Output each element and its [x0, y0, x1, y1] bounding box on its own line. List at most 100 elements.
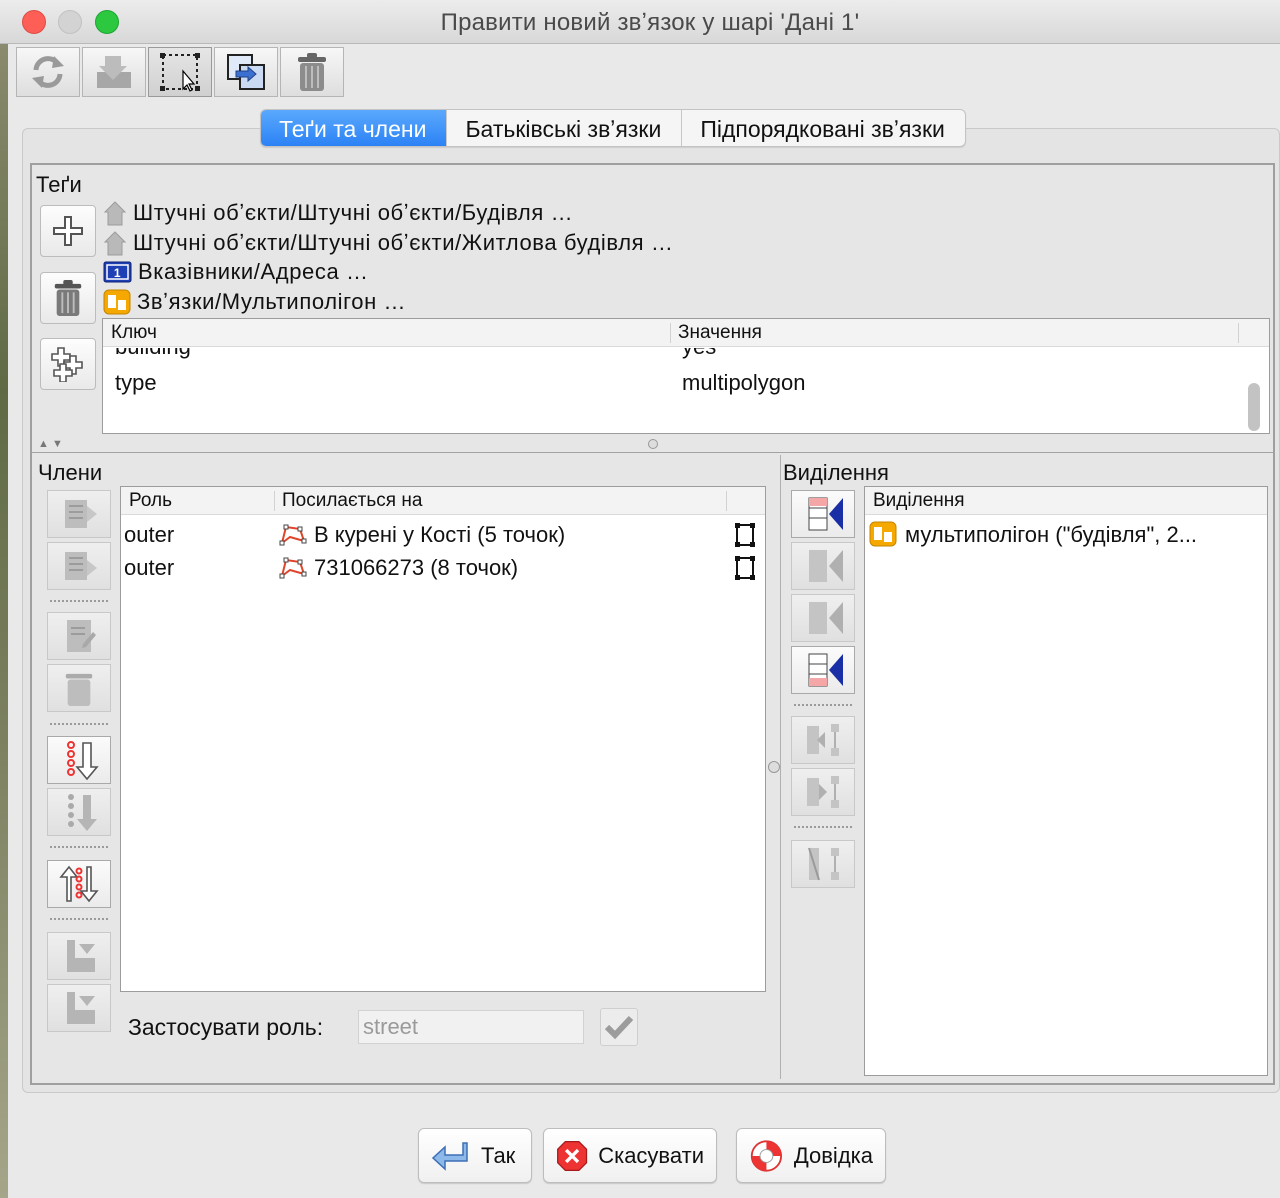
ok-button-label: Так [481, 1142, 516, 1168]
separator [50, 846, 108, 848]
tag-value-cell[interactable]: yes [682, 348, 716, 360]
sort-selection-icon [808, 847, 839, 881]
separator [50, 723, 108, 725]
preset-link[interactable]: 1 Вказівники/Адреса … [103, 259, 369, 285]
edit-member-button[interactable] [47, 612, 111, 660]
multipolygon-icon [103, 289, 131, 315]
way-icon [279, 524, 307, 546]
members-heading: Члени [38, 460, 103, 485]
tags-table-header: Ключ Значення [103, 319, 1269, 347]
sort-selection-button[interactable] [791, 840, 855, 888]
trash-icon [298, 53, 326, 91]
column-header-selection[interactable]: Виділення [873, 490, 965, 512]
sort-below-button[interactable] [47, 788, 111, 836]
sort-members-button[interactable] [47, 736, 111, 784]
add-selected-first-button[interactable] [791, 490, 855, 538]
role-input[interactable]: street [358, 1010, 584, 1044]
download-icon [97, 56, 131, 88]
member-role-cell[interactable]: outer [124, 555, 174, 581]
help-button[interactable]: Довідка [736, 1128, 886, 1183]
tags-table-scrollbar[interactable] [1248, 383, 1260, 431]
tag-key-cell[interactable]: building [115, 348, 191, 360]
table-row[interactable]: outer 731066273 (8 точок) [121, 550, 765, 583]
tag-value-cell[interactable]: multipolygon [682, 370, 806, 396]
column-header-role[interactable]: Роль [129, 490, 172, 512]
enter-arrow-icon [431, 1141, 468, 1171]
tab-child-relations[interactable]: Підпорядковані звʼязки [682, 110, 965, 146]
address-sign-icon: 1 [103, 261, 132, 283]
checkmark-icon [604, 1015, 634, 1040]
select-members-button[interactable] [148, 47, 212, 97]
table-row[interactable]: outer В курені у Кості (5 точок) [121, 517, 765, 550]
tags-table-body: building yes type multipolygon [103, 348, 1243, 433]
select-members-icon [160, 53, 200, 92]
delete-tag-button[interactable] [40, 272, 96, 324]
member-refers-cell[interactable]: 731066273 (8 точок) [314, 555, 518, 581]
download-incomplete-button[interactable] [47, 932, 111, 980]
table-row[interactable]: мультиполігон ("будівля", 2... [865, 517, 1267, 551]
ok-button[interactable]: Так [418, 1128, 532, 1183]
tab-bar: Теґи та члени Батьківські звʼязки Підпор… [260, 109, 966, 147]
house-icon [103, 201, 127, 226]
add-before-icon [809, 550, 843, 582]
add-selected-after-button[interactable] [791, 594, 855, 642]
add-tag-button[interactable] [40, 205, 96, 257]
vertical-splitter-handle[interactable] [768, 761, 780, 773]
member-edit-left-icon [65, 500, 97, 528]
tags-heading: Теґи [36, 172, 82, 197]
duplicate-relation-button[interactable] [214, 47, 278, 97]
desktop-background-strip [0, 44, 8, 1198]
select-members-in-selection-button[interactable] [791, 768, 855, 816]
remove-member-button[interactable] [47, 664, 111, 712]
preset-label: Штучні обʼєкти/Штучні обʼєкти/Будівля … [133, 200, 574, 225]
refresh-button[interactable] [16, 47, 80, 97]
trash-icon [54, 280, 82, 316]
preset-link[interactable]: Штучні обʼєкти/Штучні обʼєкти/Житлова бу… [103, 230, 673, 256]
preset-label: Штучні обʼєкти/Штучні обʼєкти/Житлова бу… [133, 230, 674, 255]
add-selected-before-button[interactable] [791, 542, 855, 590]
selection-table: Виділення мультиполігон ("будівля", 2... [864, 486, 1268, 1076]
member-edit-right-icon [65, 552, 97, 580]
move-member-down-button[interactable] [47, 542, 111, 590]
window-title: Правити новий звʼязок у шарі 'Дані 1' [440, 9, 860, 36]
paste-tags-button[interactable] [40, 338, 96, 390]
apply-role-button[interactable] [600, 1008, 638, 1046]
column-header-key[interactable]: Ключ [111, 322, 157, 344]
splitter-arrows-icon[interactable]: ▲ ▼ [38, 438, 63, 450]
duplicate-icon [227, 54, 265, 90]
preset-link[interactable]: Штучні обʼєкти/Штучні обʼєкти/Будівля … [103, 200, 573, 226]
preset-link[interactable]: Звʼязки/Мультиполігон … [103, 288, 406, 316]
reverse-members-button[interactable] [47, 860, 111, 908]
closed-way-connection-icon [735, 523, 755, 547]
paste-tags-icon [51, 347, 83, 382]
apply-role-label: Застосувати роль: [128, 1014, 324, 1040]
download-members-button[interactable] [82, 47, 146, 97]
members-table: Роль Посилається на outer В курені у Кос… [120, 486, 766, 992]
sort-down-icon [67, 741, 99, 781]
separator [50, 918, 108, 920]
splitter-handle[interactable] [648, 439, 658, 449]
splitter-line [32, 452, 1274, 453]
move-member-up-button[interactable] [47, 490, 111, 538]
edit-icon [67, 620, 96, 652]
cancel-button[interactable]: Скасувати [543, 1128, 717, 1183]
cancel-button-label: Скасувати [598, 1142, 704, 1168]
column-header-refers[interactable]: Посилається на [282, 490, 422, 512]
add-at-start-icon [808, 497, 843, 531]
add-selected-last-button[interactable] [791, 646, 855, 694]
tab-tags-members[interactable]: Теґи та члени [261, 110, 448, 146]
column-divider [726, 491, 727, 511]
remove-selected-icon [807, 724, 839, 756]
remove-selected-button[interactable] [791, 716, 855, 764]
preset-label: Звʼязки/Мультиполігон … [137, 289, 407, 314]
tab-parent-relations[interactable]: Батьківські звʼязки [447, 110, 683, 146]
delete-relation-button[interactable] [280, 47, 344, 97]
svg-text:1: 1 [114, 266, 121, 280]
member-refers-cell[interactable]: В курені у Кості (5 точок) [314, 522, 565, 548]
download-selected-incomplete-button[interactable] [47, 984, 111, 1032]
tag-key-cell[interactable]: type [115, 370, 157, 396]
member-role-cell[interactable]: outer [124, 522, 174, 548]
members-table-header: Роль Посилається на [121, 487, 765, 515]
column-divider [1238, 323, 1239, 343]
column-header-value[interactable]: Значення [678, 322, 762, 344]
